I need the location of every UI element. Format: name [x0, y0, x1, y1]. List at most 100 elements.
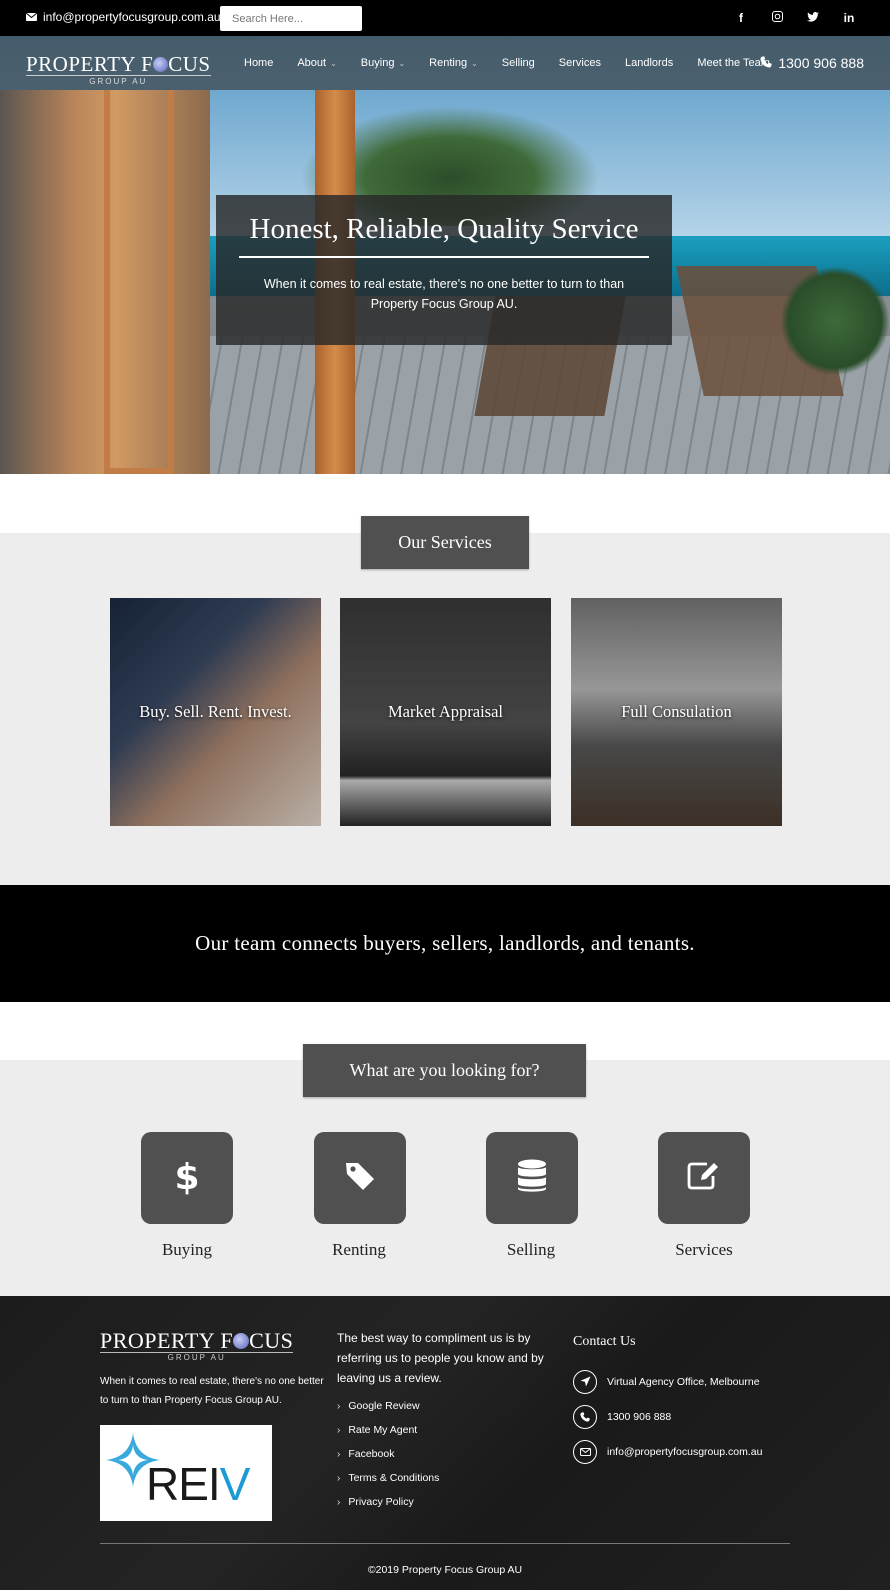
chevron-right-icon: ›: [337, 1472, 341, 1484]
hero-door-frame: [104, 90, 174, 474]
nav-label: Meet the Team: [697, 57, 770, 69]
linkedin-icon[interactable]: in: [842, 11, 856, 25]
social-links: f in: [734, 0, 856, 36]
contact-phone[interactable]: 1300 906 888: [573, 1399, 762, 1434]
hero-subtitle: When it comes to real estate, there's no…: [263, 277, 625, 311]
twitter-icon[interactable]: [806, 11, 820, 25]
service-card-label: Market Appraisal: [387, 702, 503, 721]
reiv-text-a: REI: [146, 1458, 221, 1510]
facebook-icon[interactable]: f: [734, 11, 748, 25]
footer-contact: Contact Us Virtual Agency Office, Melbou…: [573, 1334, 762, 1469]
nav-renting[interactable]: Renting ⌄: [429, 57, 478, 69]
nav-label: Selling: [501, 57, 535, 69]
hero-plants: [780, 266, 890, 376]
edit-icon: [687, 1161, 721, 1196]
footer-link-terms[interactable]: › Terms & Conditions: [337, 1466, 557, 1490]
envelope-icon: [573, 1439, 597, 1464]
chevron-right-icon: ›: [337, 1448, 341, 1460]
footer-link-privacy[interactable]: › Privacy Policy: [337, 1490, 557, 1514]
logo-text-a: PROPERTY F: [100, 1328, 234, 1353]
top-email-link[interactable]: info@propertyfocusgroup.com.au: [25, 10, 221, 24]
dollar-icon: $: [174, 1157, 199, 1200]
nav-label: Renting: [429, 57, 468, 69]
main-navbar: PROPERTY F CUS GROUP AU Home About ⌄ Buyin…: [0, 36, 890, 90]
nav-label: Landlords: [624, 57, 674, 69]
logo-subtitle: GROUP AU: [26, 75, 211, 86]
footer-link-label: Facebook: [348, 1448, 395, 1460]
logo-globe-icon: [233, 1333, 250, 1349]
services-heading: Our Services: [361, 516, 529, 569]
footer-divider: [100, 1543, 790, 1544]
logo-text-b: CUS: [249, 1328, 294, 1353]
hero-divider: [239, 256, 649, 258]
selling-tile[interactable]: [486, 1132, 578, 1224]
chevron-right-icon: ›: [337, 1400, 341, 1412]
chevron-right-icon: ›: [337, 1496, 341, 1508]
nav-label: Services: [558, 57, 601, 69]
footer-link-label: Google Review: [348, 1400, 420, 1412]
hero-overlay: Honest, Reliable, Quality Service When i…: [216, 195, 672, 345]
contact-address-text: Virtual Agency Office, Melbourne: [607, 1375, 760, 1388]
contact-email[interactable]: info@propertyfocusgroup.com.au: [573, 1434, 762, 1469]
footer-links-column: The best way to compliment us is by refe…: [337, 1328, 557, 1514]
chevron-down-icon: ⌄: [330, 58, 337, 68]
site-logo[interactable]: PROPERTY F CUS GROUP AU: [26, 54, 211, 86]
services-label[interactable]: Services: [644, 1240, 764, 1260]
footer-link-google-review[interactable]: › Google Review: [337, 1394, 557, 1418]
nav-home[interactable]: Home: [244, 57, 273, 69]
search-input[interactable]: [220, 6, 362, 31]
nav-label: About: [297, 57, 327, 69]
logo-subtitle: GROUP AU: [100, 1352, 294, 1362]
buying-label[interactable]: Buying: [127, 1240, 247, 1260]
header-phone-link[interactable]: 1300 906 888: [760, 36, 864, 90]
footer-link-rate-my-agent[interactable]: › Rate My Agent: [337, 1418, 557, 1442]
renting-label[interactable]: Renting: [299, 1240, 419, 1260]
nav-label: Buying: [360, 57, 395, 69]
nav-services[interactable]: Services: [559, 57, 601, 69]
footer-links: › Google Review › Rate My Agent › Facebook …: [337, 1394, 557, 1514]
service-card-full-consultation[interactable]: Full Consulation: [571, 598, 782, 826]
nav-selling[interactable]: Selling: [502, 57, 535, 69]
reiv-logo: REIV: [100, 1425, 272, 1521]
footer-link-label: Privacy Policy: [348, 1496, 414, 1508]
contact-heading: Contact Us: [573, 1334, 636, 1349]
tagline-banner: Our team connects buyers, sellers, landl…: [0, 885, 890, 1002]
footer-link-label: Rate My Agent: [348, 1424, 418, 1436]
nav-meet-the-team[interactable]: Meet the Team: [697, 57, 770, 69]
top-email-text: info@propertyfocusgroup.com.au: [43, 10, 221, 24]
service-card-buy-sell[interactable]: Buy. Sell. Rent. Invest.: [110, 598, 321, 826]
service-card-label: Buy. Sell. Rent. Invest.: [139, 702, 292, 721]
selling-label[interactable]: Selling: [471, 1240, 591, 1260]
tagline-text: Our team connects buyers, sellers, landl…: [195, 931, 695, 955]
chevron-down-icon: ⌄: [398, 58, 406, 68]
nav-about[interactable]: About ⌄: [297, 57, 336, 69]
nav-landlords[interactable]: Landlords: [625, 57, 673, 69]
envelope-icon: [25, 10, 38, 24]
top-bar: info@propertyfocusgroup.com.au f in: [0, 0, 890, 36]
footer-logo[interactable]: PROPERTY F CUS GROUP AU: [100, 1328, 294, 1362]
service-card-market-appraisal[interactable]: Market Appraisal: [340, 598, 551, 826]
reiv-text-b: V: [219, 1458, 251, 1510]
instagram-icon[interactable]: [770, 11, 784, 25]
tag-icon: [344, 1160, 376, 1197]
svg-text:$: $: [175, 1157, 199, 1195]
hero-title: Honest, Reliable, Quality Service: [249, 213, 639, 245]
nav-label: Home: [244, 57, 274, 69]
contact-phone-text: 1300 906 888: [607, 1410, 672, 1423]
footer-link-facebook[interactable]: › Facebook: [337, 1442, 557, 1466]
nav-buying[interactable]: Buying ⌄: [361, 57, 405, 69]
renting-tile[interactable]: [314, 1132, 406, 1224]
logo-globe-icon: [153, 57, 169, 72]
site-footer: PROPERTY F CUS GROUP AU When it comes to …: [0, 1296, 890, 1590]
location-arrow-icon: [573, 1369, 597, 1394]
looking-for-heading: What are you looking for?: [303, 1044, 586, 1097]
logo-text-a: PROPERTY F: [26, 52, 154, 76]
header-phone-text: 1300 906 888: [778, 55, 864, 71]
phone-icon: [573, 1404, 597, 1429]
logo-text-b: CUS: [168, 52, 211, 76]
service-card-label: Full Consulation: [621, 702, 732, 721]
footer-intro: The best way to compliment us is by refe…: [337, 1331, 544, 1385]
services-tile[interactable]: [658, 1132, 750, 1224]
buying-tile[interactable]: $: [141, 1132, 233, 1224]
footer-link-label: Terms & Conditions: [348, 1472, 440, 1484]
